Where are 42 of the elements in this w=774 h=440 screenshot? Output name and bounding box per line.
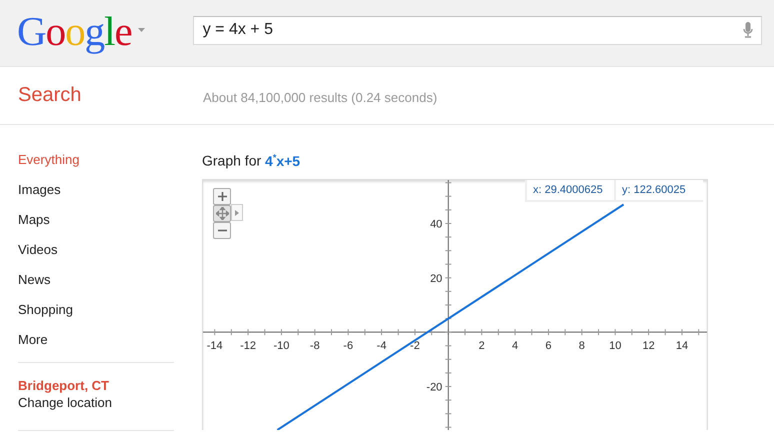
x-tick-label: 2 (478, 340, 485, 352)
sidebar-item[interactable]: Images (18, 182, 174, 212)
sidebar-item[interactable]: News (18, 272, 174, 302)
change-location-link[interactable]: Change location (18, 395, 174, 410)
caret-right-icon (235, 210, 239, 216)
graph-title: Graph for 4$^{*}$x+5 (202, 152, 302, 171)
caret-icon[interactable] (138, 28, 145, 32)
x-tick-label: -2 (410, 340, 420, 352)
microphone-icon[interactable] (742, 22, 753, 38)
google-logo[interactable]: Google (17, 10, 132, 52)
sidebar-item[interactable]: Maps (18, 212, 174, 242)
x-tick-label: -12 (240, 340, 256, 352)
x-tick-label: 4 (512, 340, 518, 352)
x-tick-label: 8 (578, 340, 585, 352)
zoom-in-button[interactable] (213, 188, 231, 205)
location-name: Bridgeport, CT (18, 378, 110, 393)
plus-icon (218, 192, 226, 201)
y-tick-label: -20 (426, 382, 442, 394)
x-readout: x: 29.4000625 (525, 180, 614, 200)
search-label: Search (18, 84, 82, 107)
x-tick-label: 12 (642, 340, 655, 352)
x-tick-label: 10 (609, 340, 622, 352)
move-arrows-icon (216, 207, 228, 220)
zoom-out-button[interactable] (213, 222, 231, 239)
sidebar-item[interactable]: Videos (18, 242, 174, 272)
pan-button[interactable] (213, 205, 231, 222)
x-tick-label: 14 (676, 340, 688, 352)
y-readout: y: 122.60025 (614, 180, 703, 200)
sidebar-item[interactable]: More (18, 332, 174, 362)
x-tick-label: -8 (310, 340, 320, 352)
sidebar-item[interactable]: Shopping (18, 302, 174, 332)
result-stats: About 84,100,000 results (0.24 seconds) (203, 90, 438, 105)
function-graph[interactable]: -14 -12 -10 -8 -6 -4 -2 2 4 6 8 10 12 14 -20 20 40 x: 29.4000625 y: 122.60025 (202, 179, 708, 430)
x-tick-label: -6 (343, 340, 354, 352)
x-tick-label: 6 (545, 340, 552, 352)
x-tick-label: -14 (206, 340, 223, 352)
expand-button[interactable] (231, 204, 243, 221)
sidebar-item[interactable]: Everything (18, 152, 174, 182)
x-tick-label: -4 (376, 340, 386, 352)
y-tick-label: 20 (430, 272, 442, 285)
x-tick-label: -10 (273, 340, 290, 352)
y-tick-label: 40 (430, 218, 442, 230)
